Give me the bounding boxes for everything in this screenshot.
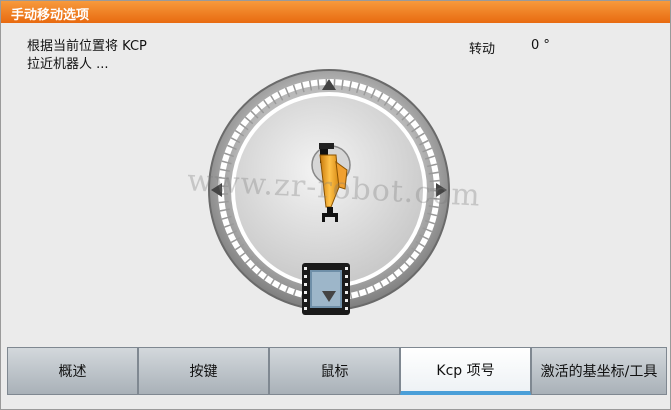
rotation-value: 0 ° (531, 38, 550, 53)
window-title: 手动移动选项 (11, 8, 90, 23)
tab-overview[interactable]: 概述 (7, 347, 138, 395)
tab-keys-label: 按键 (189, 364, 218, 380)
title-bar: 手动移动选项 (1, 1, 670, 23)
tab-bar: 概述 按键 鼠标 Kcp 项号 激活的基坐标/工具 (7, 347, 667, 399)
tab-mouse[interactable]: 鼠标 (269, 347, 400, 395)
tab-kcp-position-label: Kcp 项号 (436, 362, 495, 379)
rotation-dial[interactable] (181, 67, 477, 329)
manual-move-options-window: 手动移动选项 根据当前位置将 KCP 拉近机器人 ... 转动 0 ° www.… (0, 0, 671, 410)
tab-keys[interactable]: 按键 (138, 347, 269, 395)
rotation-label: 转动 (469, 42, 496, 57)
description-line-1: 根据当前位置将 KCP (27, 39, 147, 54)
kcp-pendant-icon[interactable] (302, 263, 350, 315)
tab-mouse-label: 鼠标 (320, 364, 349, 380)
tab-active-base-tool-label: 激活的基坐标/工具 (540, 364, 658, 380)
tab-kcp-position[interactable]: Kcp 项号 (400, 347, 531, 395)
tab-overview-label: 概述 (58, 364, 87, 380)
tab-active-base-tool[interactable]: 激活的基坐标/工具 (531, 347, 667, 395)
